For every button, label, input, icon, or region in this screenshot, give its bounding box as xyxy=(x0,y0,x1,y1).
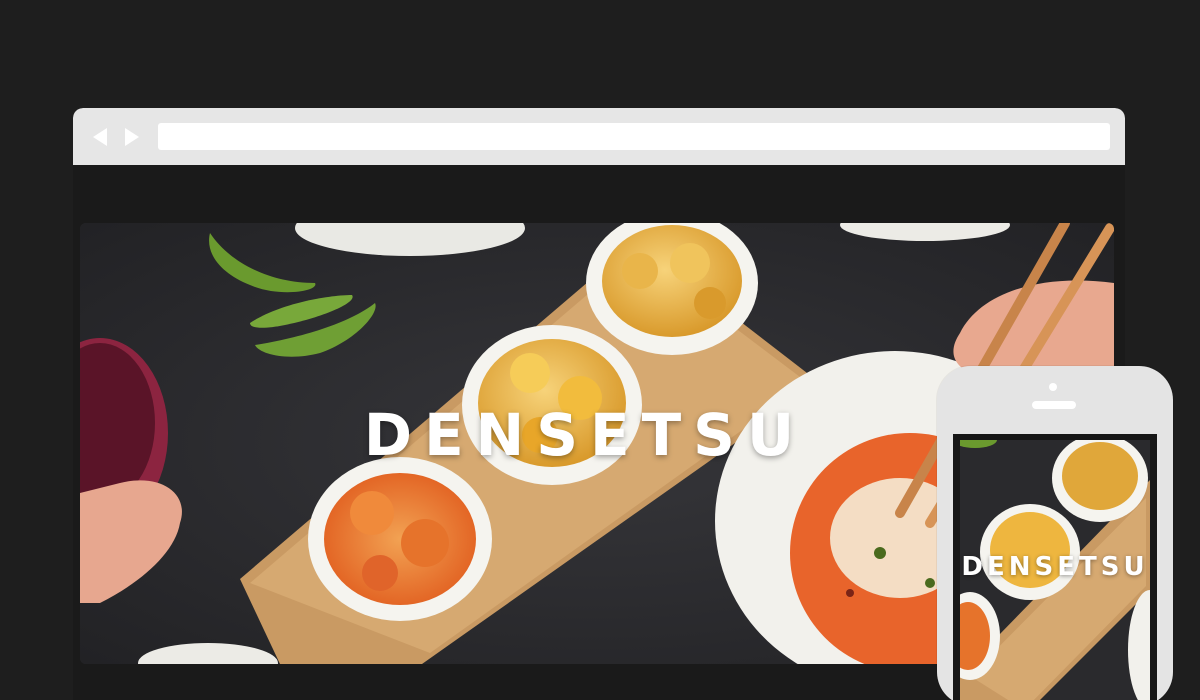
phone-screen: DENSETSU xyxy=(953,434,1157,700)
speaker-slot xyxy=(1032,401,1076,409)
phone-hero-banner: DENSETSU xyxy=(960,440,1150,700)
back-triangle-icon[interactable] xyxy=(91,127,109,147)
browser-toolbar xyxy=(73,108,1125,165)
phone-device: DENSETSU xyxy=(937,366,1173,700)
mockup-stage: DENSETSU DENSETSU xyxy=(0,0,1200,700)
forward-triangle-icon[interactable] xyxy=(123,127,141,147)
front-camera-icon xyxy=(1049,383,1057,391)
phone-site-title: DENSETSU xyxy=(961,552,1149,582)
address-bar[interactable] xyxy=(158,123,1110,150)
